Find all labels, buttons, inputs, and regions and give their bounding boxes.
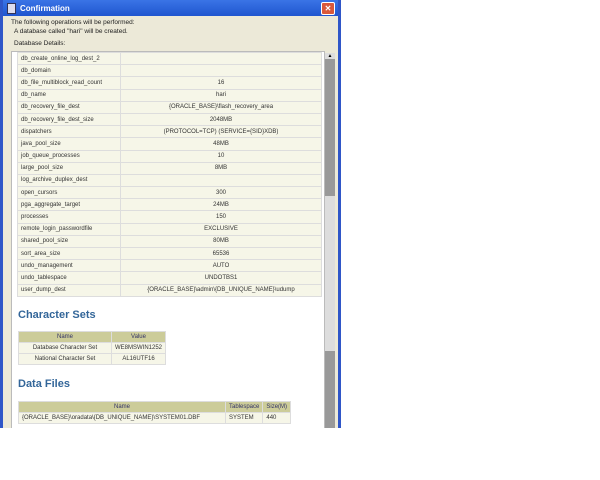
column-header: Name [19, 402, 225, 412]
param-value: 10 [121, 150, 321, 162]
scrollbar-thumb[interactable] [325, 196, 335, 351]
data-files-table: Name Tablespace Size(M) {ORACLE_BASE}\orad… [18, 401, 292, 424]
param-value: AUTO [121, 260, 321, 272]
param-value: hari [121, 89, 321, 101]
param-name: remote_login_passwordfile [18, 223, 120, 235]
param-value [121, 53, 321, 65]
cell: Database Character Set [19, 343, 111, 353]
param-name: undo_management [18, 260, 120, 272]
param-name: dispatchers [18, 126, 120, 138]
param-value: 8MB [121, 162, 321, 174]
message-line-2: A database called "hari" will be created… [14, 28, 128, 35]
param-name: pga_aggregate_target [18, 199, 120, 211]
table-row: sort_area_size 65536 [18, 248, 321, 260]
table-row: java_pool_size 48MB [18, 138, 321, 150]
title-bar: Confirmation ✕ [3, 0, 338, 16]
param-value: (PROTOCOL=TCP) (SERVICE={SID}XDB) [121, 126, 321, 138]
scroll-up-arrow-icon[interactable]: ▲ [325, 53, 335, 59]
param-name: open_cursors [18, 187, 120, 199]
column-header: Tablespace [226, 402, 263, 412]
data-files-heading: Data Files [18, 378, 70, 390]
details-label: Database Details: [14, 40, 66, 47]
param-name: undo_tablespace [18, 272, 120, 284]
table-row: undo_management AUTO [18, 260, 321, 272]
param-value: {ORACLE_BASE}\flash_recovery_area [121, 101, 321, 113]
character-sets-heading: Character Sets [18, 309, 96, 321]
table-row: job_queue_processes 10 [18, 150, 321, 162]
param-name: db_file_multiblock_read_count [18, 77, 120, 89]
cell: WE8MSWIN1252 [112, 343, 166, 353]
table-row: National Character Set AL16UTF16 [19, 354, 166, 364]
param-value [121, 65, 321, 77]
param-value: 48MB [121, 138, 321, 150]
param-name: db_name [18, 89, 120, 101]
table-row: user_dump_dest {ORACLE_BASE}\admin\{DB_UN… [18, 284, 321, 296]
param-name: large_pool_size [18, 162, 120, 174]
param-name: user_dump_dest [18, 284, 120, 296]
param-name: job_queue_processes [18, 150, 120, 162]
window-icon [7, 2, 16, 14]
table-row: Database Character Set WE8MSWIN1252 [19, 343, 166, 353]
table-row: remote_login_passwordfile EXCLUSIVE [18, 223, 321, 235]
table-row: db_file_multiblock_read_count 16 [18, 77, 321, 89]
column-header: Size(M) [263, 402, 291, 412]
table-row: dispatchers (PROTOCOL=TCP) (SERVICE={SID}… [18, 126, 321, 138]
param-value: 300 [121, 187, 321, 199]
param-value: 24MB [121, 199, 321, 211]
param-name: shared_pool_size [18, 235, 120, 247]
cell: AL16UTF16 [112, 354, 166, 364]
param-name: log_archive_duplex_dest [18, 174, 120, 187]
param-name: sort_area_size [18, 248, 120, 260]
param-value: EXCLUSIVE [121, 223, 321, 235]
param-value: 16 [121, 77, 321, 89]
vertical-scrollbar[interactable]: ▲ [325, 53, 335, 428]
cell: National Character Set [19, 354, 111, 364]
confirmation-dialog: Confirmation ✕ The following operations … [0, 0, 341, 428]
details-panel: db_create_online_log_dest_2 db_domain db_f… [11, 51, 325, 428]
table-row: large_pool_size 8MB [18, 162, 321, 174]
table-row: shared_pool_size 80MB [18, 235, 321, 247]
close-button[interactable]: ✕ [321, 2, 335, 15]
cell: SYSTEM [226, 413, 263, 423]
table-row: db_name hari [18, 89, 321, 101]
column-header: Value [112, 332, 166, 342]
column-header: Name [19, 332, 111, 342]
table-row: log_archive_duplex_dest [18, 174, 321, 187]
message-line-1: The following operations will be perform… [11, 19, 135, 26]
table-row: db_domain [18, 65, 321, 77]
character-sets-table: Name Value Database Character Set WE8MSWIN… [18, 331, 167, 365]
param-value: 80MB [121, 235, 321, 247]
cell: {ORACLE_BASE}\oradata\{DB_UNIQUE_NAME}\S… [19, 413, 225, 423]
table-row: db_create_online_log_dest_2 [18, 53, 321, 65]
param-name: db_create_online_log_dest_2 [18, 53, 120, 65]
param-name: db_recovery_file_dest_size [18, 113, 120, 126]
param-value: {ORACLE_BASE}\admin\{DB_UNIQUE_NAME}\udu… [121, 284, 321, 296]
param-name: db_recovery_file_dest [18, 101, 120, 113]
table-row: db_recovery_file_dest {ORACLE_BASE}\flash… [18, 101, 321, 113]
window-title: Confirmation [20, 3, 70, 13]
param-name: processes [18, 211, 120, 223]
table-row: processes 150 [18, 211, 321, 223]
parameters-table: db_create_online_log_dest_2 db_domain db_f… [17, 52, 322, 297]
param-value: 2048MB [121, 113, 321, 126]
cell: 440 [263, 413, 291, 423]
param-name: db_domain [18, 65, 120, 77]
param-value [121, 174, 321, 187]
table-row: open_cursors 300 [18, 187, 321, 199]
param-value: UNDOTBS1 [121, 272, 321, 284]
table-row: db_recovery_file_dest_size 2048MB [18, 113, 321, 126]
table-row: pga_aggregate_target 24MB [18, 199, 321, 211]
param-name: java_pool_size [18, 138, 120, 150]
param-value: 65536 [121, 248, 321, 260]
table-row: {ORACLE_BASE}\oradata\{DB_UNIQUE_NAME}\S… [19, 413, 291, 423]
param-value: 150 [121, 211, 321, 223]
table-row: undo_tablespace UNDOTBS1 [18, 272, 321, 284]
